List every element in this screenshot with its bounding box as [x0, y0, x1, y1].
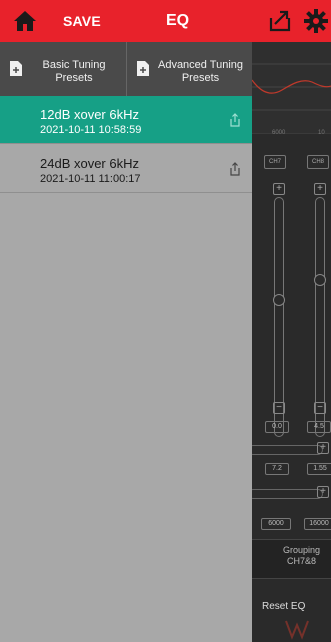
gain-plus-button[interactable]: +: [314, 183, 326, 195]
gain-value-ch7[interactable]: 0.0: [265, 421, 289, 433]
channel-tab-ch8[interactable]: CH8: [307, 155, 329, 169]
page-title: EQ: [166, 12, 190, 29]
presets-drawer: Basic Tuning Presets Advanced Tuning Pre…: [0, 42, 252, 642]
gain-slider-ch7[interactable]: [274, 197, 284, 437]
q-plus-button[interactable]: +: [317, 442, 329, 454]
q-value-ch8[interactable]: 1.55: [307, 463, 331, 475]
export-icon[interactable]: [267, 8, 293, 34]
preset-date: 2021-10-11 10:58:59: [40, 124, 142, 136]
preset-tabs: Basic Tuning Presets Advanced Tuning Pre…: [0, 42, 252, 96]
top-bar: SAVE EQ: [0, 0, 331, 42]
share-icon[interactable]: [229, 162, 241, 176]
q-slider[interactable]: [248, 445, 323, 455]
tab-label: Advanced Tuning Presets: [157, 59, 243, 84]
eq-panel: 6000 10 CH7 CH8 + + − − 0.0 4.5 + 7.2 1.…: [248, 42, 331, 642]
gear-icon[interactable]: [303, 8, 329, 34]
gain-slider-ch8[interactable]: [315, 197, 325, 437]
reset-eq-button[interactable]: Reset EQ: [262, 601, 305, 612]
freq-axis-label: 6000: [272, 130, 286, 136]
preset-name: 24dB xover 6kHz: [40, 156, 139, 171]
grouping-button[interactable]: Grouping CH7&8: [252, 539, 331, 579]
gain-value-ch8[interactable]: 4.5: [307, 421, 331, 433]
slider-knob[interactable]: [314, 274, 326, 286]
preset-date: 2021-10-11 11:00:17: [40, 173, 141, 185]
preset-name: 12dB xover 6kHz: [40, 107, 139, 122]
eq-curve: [251, 63, 331, 111]
preset-item[interactable]: 12dB xover 6kHz 2021-10-11 10:58:59: [0, 96, 252, 144]
gain-plus-button[interactable]: +: [273, 183, 285, 195]
gain-minus-button[interactable]: −: [273, 402, 285, 414]
tab-advanced-tuning-presets[interactable]: Advanced Tuning Presets: [126, 42, 252, 96]
preset-item[interactable]: 24dB xover 6kHz 2021-10-11 11:00:17: [0, 145, 252, 193]
freq-slider[interactable]: [248, 489, 323, 499]
eq-curve-graph: [251, 42, 331, 134]
gain-minus-button[interactable]: −: [314, 402, 326, 414]
home-icon[interactable]: [12, 9, 38, 33]
share-icon[interactable]: [229, 113, 241, 127]
add-file-icon: [10, 61, 22, 76]
q-value-ch7[interactable]: 7.2: [265, 463, 289, 475]
channel-tab-ch7[interactable]: CH7: [264, 155, 286, 169]
freq-value-ch7[interactable]: 6000: [261, 518, 291, 530]
freq-plus-button[interactable]: +: [317, 486, 329, 498]
freq-axis-label: 10: [318, 130, 325, 136]
tab-label: Basic Tuning Presets: [42, 59, 106, 84]
tab-basic-tuning-presets[interactable]: Basic Tuning Presets: [0, 42, 126, 96]
app-root: 6000 10 CH7 CH8 + + − − 0.0 4.5 + 7.2 1.…: [0, 0, 331, 642]
grouping-value: CH7&8: [286, 556, 316, 566]
grouping-label: Grouping: [282, 545, 321, 555]
freq-value-ch8[interactable]: 16000: [304, 518, 331, 530]
slider-knob[interactable]: [273, 294, 285, 306]
brand-logo-icon: [285, 620, 309, 640]
add-file-icon: [137, 61, 149, 76]
save-button[interactable]: SAVE: [63, 13, 101, 29]
